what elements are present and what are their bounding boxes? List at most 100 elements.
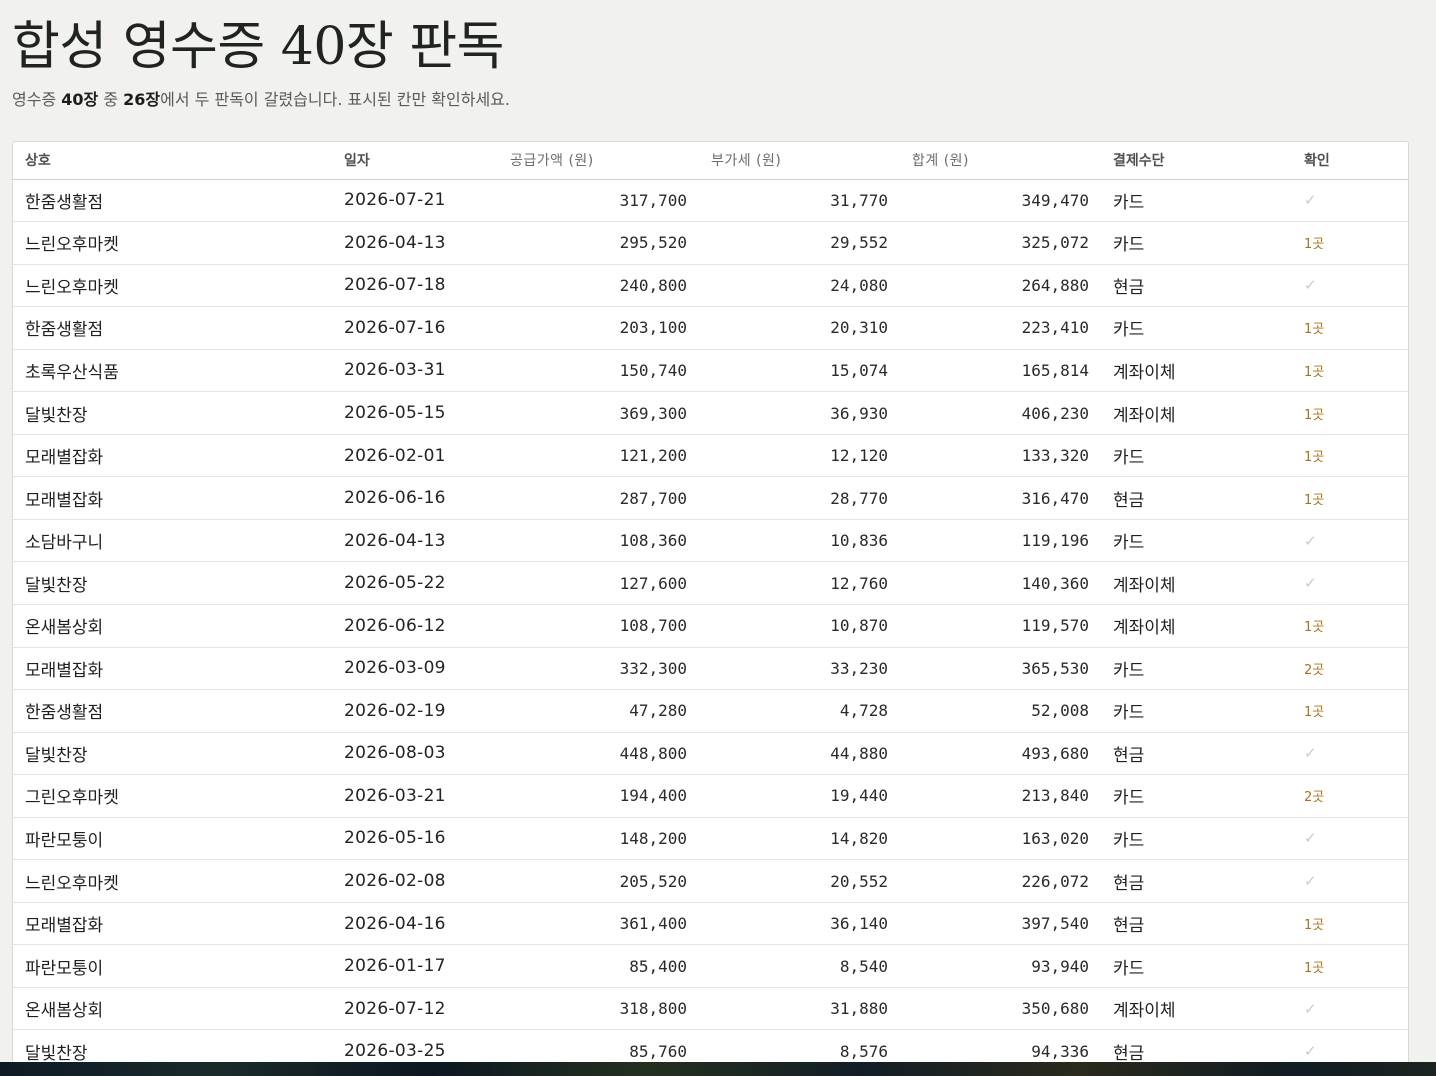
table-row[interactable]: 한줌생활점 2026-07-16 203,100 20,310 223,410 카드 1곳 bbox=[13, 307, 1408, 350]
cell-payment: 현금 bbox=[1113, 490, 1145, 511]
table-body: 한줌생활점 2026-07-21 317,700 31,770 349,470 카드 ✓ 느린… bbox=[13, 179, 1408, 1073]
cell-date: 2026-03-21 bbox=[344, 785, 446, 806]
receipt-table-card[interactable]: 상호 일자 공급가액 (원) 부가세 (원) 합계 (원) 결제수단 확인 한줌… bbox=[12, 141, 1409, 1076]
cell-vendor: 파란모퉁이 bbox=[25, 830, 104, 851]
check-icon: ✓ bbox=[1304, 999, 1317, 1018]
cell-vat: 20,552 bbox=[830, 871, 888, 891]
cell-check[interactable]: ✓ bbox=[1292, 264, 1408, 307]
cell-date: 2026-05-16 bbox=[344, 828, 446, 849]
cell-check[interactable]: 1곳 bbox=[1292, 477, 1408, 520]
table-row[interactable]: 모래별잡화 2026-03-09 332,300 33,230 365,530 카드 2곳 bbox=[13, 647, 1408, 690]
cell-total: 213,840 bbox=[1021, 786, 1089, 806]
table-row[interactable]: 달빛찬장 2026-08-03 448,800 44,880 493,680 현금 ✓ bbox=[13, 732, 1408, 775]
cell-vat: 8,540 bbox=[839, 956, 888, 976]
cell-vat: 14,820 bbox=[830, 828, 888, 848]
table-row[interactable]: 파란모퉁이 2026-01-17 85,400 8,540 93,940 카드 1곳 bbox=[13, 945, 1408, 988]
column-header-supply[interactable]: 공급가액 (원) bbox=[498, 142, 699, 179]
cell-vat: 10,836 bbox=[830, 531, 888, 551]
check-icon: ✓ bbox=[1304, 1042, 1317, 1061]
cell-date: 2026-02-08 bbox=[344, 871, 446, 892]
table-row[interactable]: 한줌생활점 2026-07-21 317,700 31,770 349,470 카드 ✓ bbox=[13, 179, 1408, 222]
cell-total: 226,072 bbox=[1021, 871, 1089, 891]
cell-check[interactable]: 1곳 bbox=[1292, 434, 1408, 477]
cell-check[interactable]: 1곳 bbox=[1292, 902, 1408, 945]
table-row[interactable]: 모래별잡화 2026-02-01 121,200 12,120 133,320 카드 1곳 bbox=[13, 434, 1408, 477]
table-row[interactable]: 소담바구니 2026-04-13 108,360 10,836 119,196 카드 ✓ bbox=[13, 519, 1408, 562]
column-header-payment[interactable]: 결제수단 bbox=[1101, 142, 1292, 179]
cell-check[interactable]: ✓ bbox=[1292, 562, 1408, 605]
discrepancy-badge[interactable]: 1곳 bbox=[1304, 620, 1324, 635]
discrepancy-badge[interactable]: 2곳 bbox=[1304, 663, 1324, 678]
table-row[interactable]: 달빛찬장 2026-05-22 127,600 12,760 140,360 계좌이체 ✓ bbox=[13, 562, 1408, 605]
discrepancy-badge[interactable]: 1곳 bbox=[1304, 961, 1324, 976]
table-row[interactable]: 느린오후마켓 2026-07-18 240,800 24,080 264,880 현금 ✓ bbox=[13, 264, 1408, 307]
discrepancy-badge[interactable]: 2곳 bbox=[1304, 790, 1324, 805]
cell-supply: 448,800 bbox=[619, 743, 687, 763]
cell-total: 397,540 bbox=[1021, 914, 1089, 934]
discrepancy-badge[interactable]: 1곳 bbox=[1304, 237, 1324, 252]
table-row[interactable]: 온새봄상회 2026-07-12 318,800 31,880 350,680 계좌이체 ✓ bbox=[13, 987, 1408, 1030]
cell-vat: 15,074 bbox=[830, 360, 888, 380]
cell-vendor: 느린오후마켓 bbox=[25, 235, 119, 256]
cell-vendor: 느린오후마켓 bbox=[25, 873, 119, 894]
cell-check[interactable]: 1곳 bbox=[1292, 349, 1408, 392]
table-row[interactable]: 초록우산식품 2026-03-31 150,740 15,074 165,814 계좌이체… bbox=[13, 349, 1408, 392]
column-header-vat[interactable]: 부가세 (원) bbox=[699, 142, 900, 179]
cell-vat: 20,310 bbox=[830, 318, 888, 338]
table-row[interactable]: 느린오후마켓 2026-04-13 295,520 29,552 325,072 카드 1곳 bbox=[13, 222, 1408, 265]
receipt-table: 상호 일자 공급가액 (원) 부가세 (원) 합계 (원) 결제수단 확인 한줌… bbox=[13, 142, 1408, 1073]
cell-check[interactable]: 2곳 bbox=[1292, 647, 1408, 690]
cell-payment: 계좌이체 bbox=[1113, 575, 1176, 596]
discrepancy-badge[interactable]: 1곳 bbox=[1304, 322, 1324, 337]
cell-check[interactable]: ✓ bbox=[1292, 732, 1408, 775]
discrepancy-badge[interactable]: 1곳 bbox=[1304, 365, 1324, 380]
cell-check[interactable]: 1곳 bbox=[1292, 392, 1408, 435]
table-row[interactable]: 한줌생활점 2026-02-19 47,280 4,728 52,008 카드 1곳 bbox=[13, 690, 1408, 733]
check-icon: ✓ bbox=[1304, 276, 1317, 295]
table-row[interactable]: 달빛찬장 2026-05-15 369,300 36,930 406,230 계좌이체 1곳 bbox=[13, 392, 1408, 435]
table-row[interactable]: 온새봄상회 2026-06-12 108,700 10,870 119,570 계좌이체 1… bbox=[13, 604, 1408, 648]
cell-supply: 361,400 bbox=[619, 914, 687, 934]
check-icon: ✓ bbox=[1304, 872, 1317, 891]
cell-vendor: 초록우산식품 bbox=[25, 362, 119, 383]
cell-total: 119,570 bbox=[1021, 616, 1089, 636]
cell-payment: 카드 bbox=[1113, 703, 1145, 724]
cell-date: 2026-03-31 bbox=[344, 360, 446, 381]
table-row[interactable]: 느린오후마켓 2026-02-08 205,520 20,552 226,072 현금 ✓ bbox=[13, 860, 1408, 903]
column-header-check[interactable]: 확인 bbox=[1292, 142, 1408, 179]
discrepancy-badge[interactable]: 1곳 bbox=[1304, 450, 1324, 465]
cell-check[interactable]: 1곳 bbox=[1292, 690, 1408, 733]
column-header-vendor[interactable]: 상호 bbox=[13, 142, 332, 179]
cell-date: 2026-08-03 bbox=[344, 743, 446, 764]
cell-check[interactable]: ✓ bbox=[1292, 817, 1408, 860]
table-header-row: 상호 일자 공급가액 (원) 부가세 (원) 합계 (원) 결제수단 확인 bbox=[13, 142, 1408, 179]
table-row[interactable]: 모래별잡화 2026-06-16 287,700 28,770 316,470 현금 1곳 bbox=[13, 477, 1408, 520]
cell-vendor: 한줌생활점 bbox=[25, 192, 104, 213]
cell-date: 2026-01-17 bbox=[344, 956, 446, 977]
cell-vendor: 달빛찬장 bbox=[25, 745, 88, 766]
cell-check[interactable]: 1곳 bbox=[1292, 307, 1408, 350]
cell-supply: 287,700 bbox=[619, 488, 687, 508]
cell-check[interactable]: 1곳 bbox=[1292, 604, 1408, 647]
cell-check[interactable]: 1곳 bbox=[1292, 945, 1408, 988]
cell-total: 406,230 bbox=[1021, 403, 1089, 423]
column-header-date[interactable]: 일자 bbox=[332, 142, 498, 179]
column-header-total[interactable]: 합계 (원) bbox=[900, 142, 1101, 179]
discrepancy-badge[interactable]: 1곳 bbox=[1304, 705, 1324, 720]
table-row[interactable]: 그린오후마켓 2026-03-21 194,400 19,440 213,840 카드 2곳 bbox=[13, 775, 1408, 818]
cell-vat: 29,552 bbox=[830, 233, 888, 253]
discrepancy-badge[interactable]: 1곳 bbox=[1304, 408, 1324, 423]
table-row[interactable]: 모래별잡화 2026-04-16 361,400 36,140 397,540 현금 1곳 bbox=[13, 902, 1408, 945]
discrepancy-badge[interactable]: 1곳 bbox=[1304, 493, 1324, 508]
cell-check[interactable]: ✓ bbox=[1292, 179, 1408, 222]
cell-check[interactable]: 1곳 bbox=[1292, 222, 1408, 265]
cell-check[interactable]: ✓ bbox=[1292, 860, 1408, 903]
discrepancy-badge[interactable]: 1곳 bbox=[1304, 918, 1324, 933]
cell-vendor: 파란모퉁이 bbox=[25, 958, 104, 979]
cell-check[interactable]: ✓ bbox=[1292, 519, 1408, 562]
cell-vat: 4,728 bbox=[839, 701, 888, 721]
cell-check[interactable]: 2곳 bbox=[1292, 775, 1408, 818]
cell-date: 2026-04-13 bbox=[344, 232, 446, 253]
table-row[interactable]: 파란모퉁이 2026-05-16 148,200 14,820 163,020 카드 ✓ bbox=[13, 817, 1408, 860]
cell-check[interactable]: ✓ bbox=[1292, 987, 1408, 1030]
